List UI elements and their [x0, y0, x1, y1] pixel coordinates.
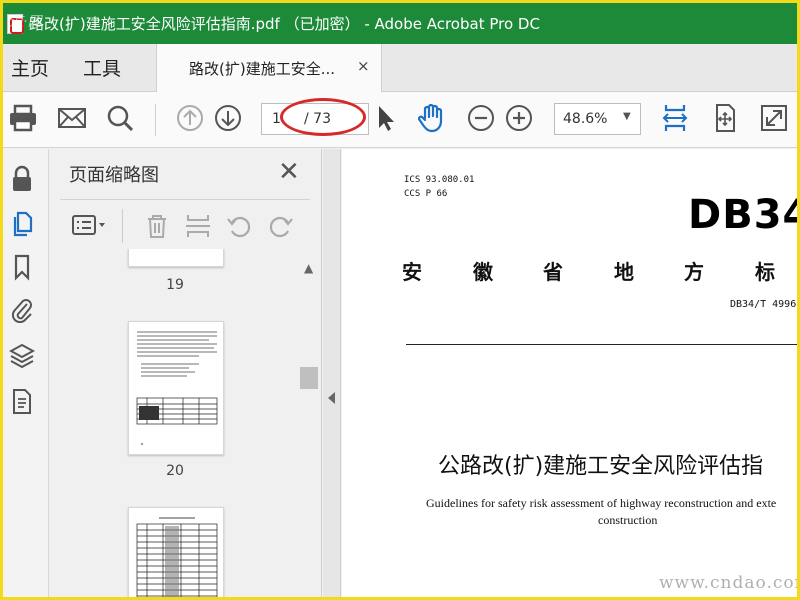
thumbnails-panel: 页面缩略图 ✕ 19 20 ▲: [50, 149, 322, 597]
thumbnail-options-icon[interactable]: [70, 211, 110, 241]
search-icon[interactable]: [104, 102, 136, 134]
zoom-value: 48.6%: [563, 111, 608, 127]
extract-pages-icon[interactable]: [183, 211, 213, 241]
standard-char: 方: [684, 260, 704, 284]
watermark-bottom: www.cndao.com: [659, 573, 800, 593]
menu-tools[interactable]: 工具: [83, 54, 121, 81]
scroll-up-icon[interactable]: ▲: [304, 261, 313, 275]
lock-icon[interactable]: [9, 165, 35, 193]
ics-line: ICS 93.080.01: [404, 175, 475, 185]
delete-icon[interactable]: [142, 211, 172, 241]
page-thumbnail[interactable]: [128, 507, 224, 597]
window-title: 路改(扩)建施工安全风险评估指南.pdf （已加密） - Adobe Acrob…: [29, 15, 540, 33]
title-bar: 路改(扩)建施工安全风险评估指南.pdf （已加密） - Adobe Acrob…: [3, 3, 797, 44]
thumbnail-list: 19 20: [50, 249, 300, 597]
standard-char: 徽: [473, 260, 493, 284]
panel-toolbar: [50, 207, 322, 247]
document-properties-icon[interactable]: [9, 387, 35, 415]
standard-char: 地: [614, 260, 634, 284]
annotation-circle: [280, 98, 366, 136]
page-thumbnail[interactable]: [128, 249, 224, 267]
standard-logo: DB34: [688, 192, 800, 238]
page-thumbnail[interactable]: [128, 321, 224, 455]
ccs-line: CCS P 66: [404, 189, 448, 199]
panel-toolbar-separator: [122, 209, 123, 243]
previous-page-icon[interactable]: [174, 102, 206, 134]
document-title-english: Guidelines for safety risk assessment of…: [426, 495, 797, 529]
attachment-icon[interactable]: [9, 295, 35, 323]
chevron-down-icon: ▼: [623, 111, 631, 122]
header-rule: [406, 344, 797, 345]
standard-char: 标: [755, 260, 775, 284]
document-title-chinese: 公路改(扩)建施工安全风险评估指: [438, 454, 764, 479]
toolbar-separator: [155, 104, 156, 136]
thumbnail-scrollbar[interactable]: ▲: [300, 259, 320, 597]
page-thumbnails-icon[interactable]: [9, 209, 35, 237]
rotate-left-icon[interactable]: [224, 211, 254, 241]
select-cursor-icon[interactable]: [370, 102, 402, 134]
document-page: ICS 93.080.01 CCS P 66 DB34 安 徽 省 地 方 标 …: [342, 149, 800, 597]
print-icon[interactable]: [7, 102, 39, 134]
email-icon[interactable]: [56, 102, 88, 134]
collapse-arrow-icon: [328, 392, 335, 404]
standard-char: 安: [402, 260, 422, 284]
hand-tool-icon[interactable]: [416, 102, 448, 134]
document-tab[interactable]: 路改(扩)建施工安全... ×: [156, 44, 382, 92]
tab-close-icon[interactable]: ×: [357, 57, 370, 75]
next-page-icon[interactable]: [212, 102, 244, 134]
standard-char: 省: [543, 260, 563, 284]
menu-bar: 主页 工具 路改(扩)建施工安全... ×: [3, 44, 797, 92]
scrollbar-thumb[interactable]: [300, 367, 318, 389]
rotate-right-icon[interactable]: [266, 211, 296, 241]
panel-collapse-handle[interactable]: [323, 149, 341, 597]
layers-icon[interactable]: [9, 341, 35, 369]
panel-title: 页面缩略图: [69, 165, 159, 186]
menu-home[interactable]: 主页: [11, 54, 49, 81]
watermark-top: 道·网: [9, 14, 42, 30]
main-toolbar: 1 / 73 48.6% ▼: [3, 92, 797, 148]
zoom-out-icon[interactable]: [465, 102, 497, 134]
thumbnail-page-number: 20: [166, 463, 184, 479]
bookmark-icon[interactable]: [9, 253, 35, 281]
english-title-line1: Guidelines for safety risk assessment of…: [426, 496, 777, 510]
close-icon[interactable]: ✕: [278, 157, 300, 187]
standard-code: DB34/T 4996: [730, 299, 797, 310]
fit-width-icon[interactable]: [659, 102, 691, 134]
thumbnail-page-number: 19: [166, 277, 184, 293]
panel-divider: [60, 199, 310, 200]
document-view[interactable]: ICS 93.080.01 CCS P 66 DB34 安 徽 省 地 方 标 …: [342, 149, 800, 597]
navigation-rail: [3, 149, 49, 597]
zoom-in-icon[interactable]: [503, 102, 535, 134]
full-screen-icon[interactable]: [758, 102, 790, 134]
ics-classification: ICS 93.080.01 CCS P 66: [404, 173, 474, 201]
english-title-line2: construction: [598, 513, 658, 527]
zoom-level-select[interactable]: 48.6% ▼: [554, 103, 641, 135]
app-frame: 路改(扩)建施工安全风险评估指南.pdf （已加密） - Adobe Acrob…: [0, 0, 800, 600]
document-tab-label: 路改(扩)建施工安全...: [189, 60, 336, 78]
fit-page-icon[interactable]: [709, 102, 741, 134]
